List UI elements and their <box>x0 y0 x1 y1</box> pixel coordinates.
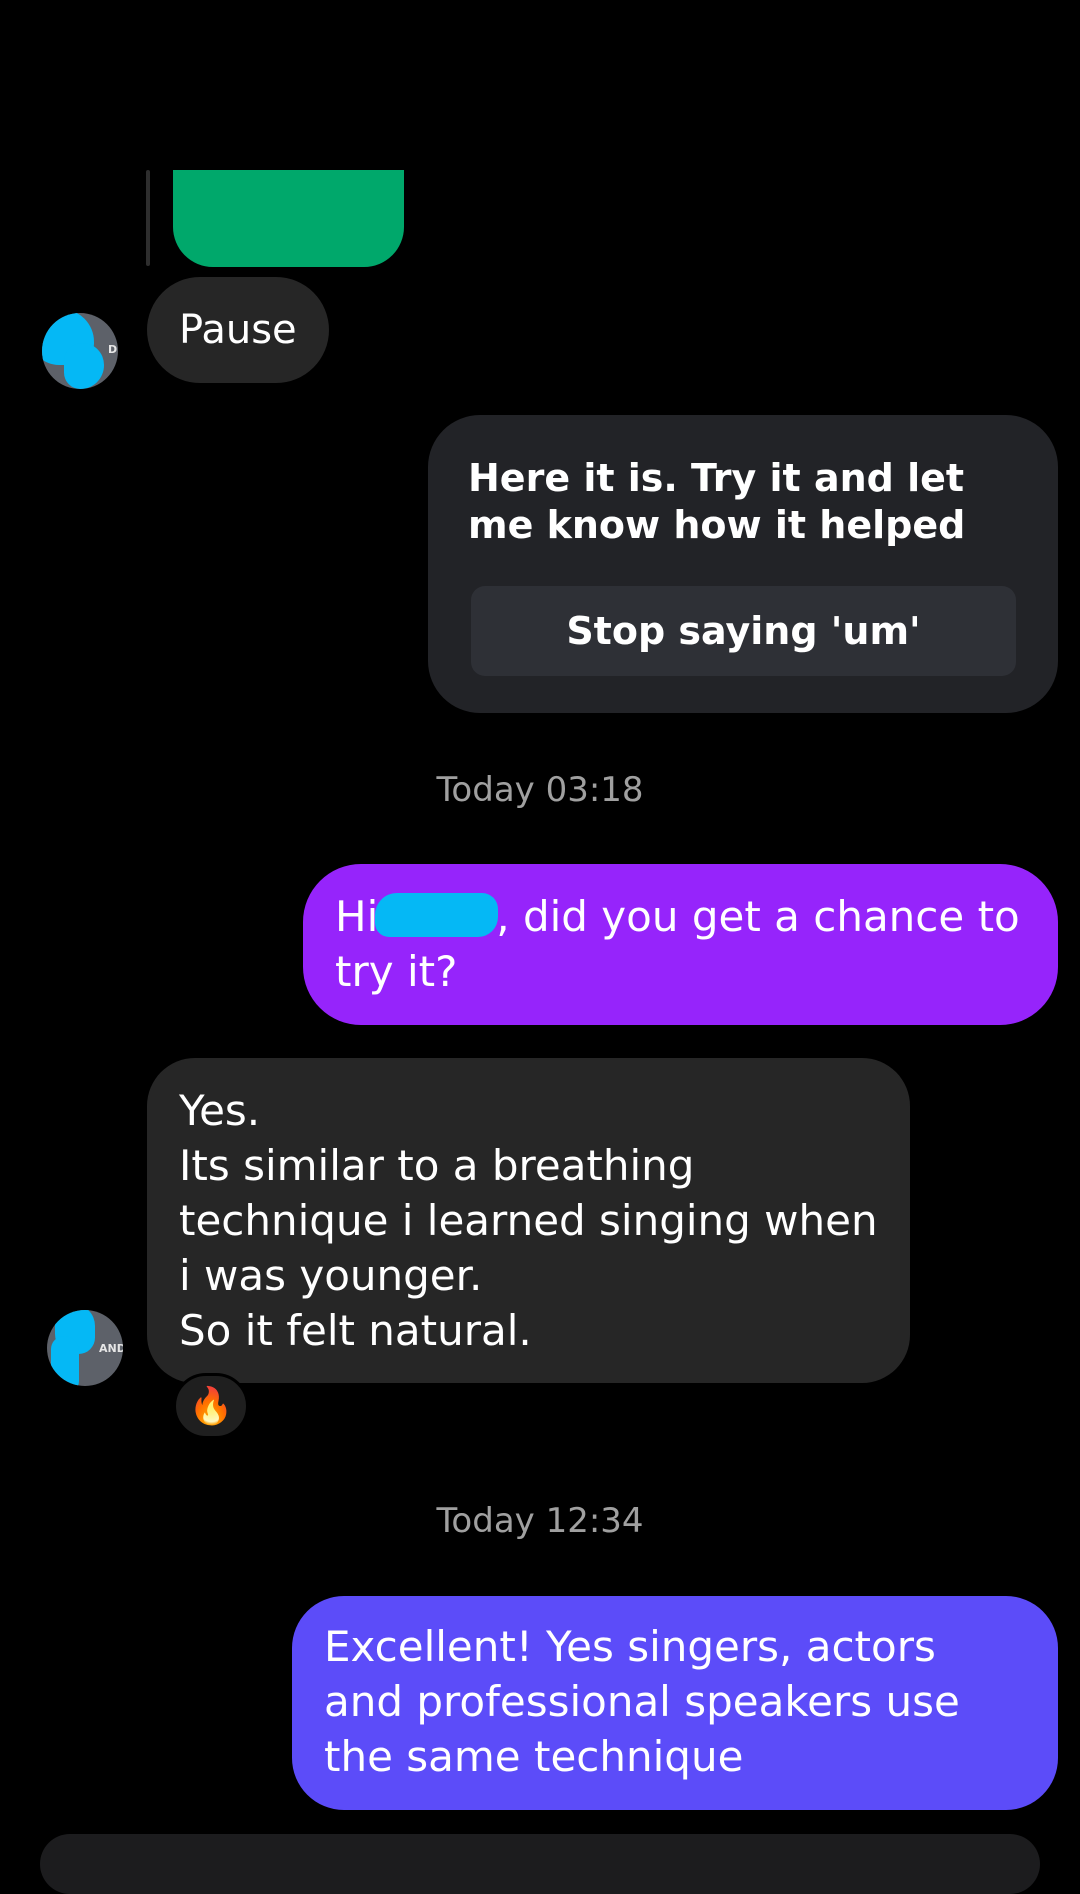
message-outgoing-reply[interactable]: Excellent! Yes singers, actors and profe… <box>292 1596 1058 1810</box>
reply-indicator-bar <box>146 170 150 266</box>
timestamp: Today 12:34 <box>436 1501 644 1541</box>
reaction-badge[interactable]: 🔥 <box>173 1373 249 1439</box>
redacted-name <box>375 893 498 937</box>
shared-content-card[interactable]: Here it is. Try it and let me know how i… <box>428 415 1058 713</box>
open-shared-item-button[interactable]: Stop saying 'um' <box>471 586 1016 676</box>
message-line: i was younger. <box>179 1251 483 1300</box>
message-text: Pause <box>179 307 297 353</box>
message-incoming-reply[interactable]: Yes. Its similar to a breathing techniqu… <box>147 1058 910 1383</box>
message-text: Excellent! Yes singers, actors and profe… <box>324 1622 960 1781</box>
avatar[interactable]: W D <box>42 313 118 389</box>
message-pause[interactable]: Pause <box>147 277 329 383</box>
avatar[interactable]: AND <box>47 1310 123 1386</box>
message-line: technique i learned singing when <box>179 1196 878 1245</box>
message-outgoing-question[interactable]: Hi, did you get a chance to try it? <box>303 864 1058 1025</box>
message-text-prefix: Hi <box>335 892 379 941</box>
message-line: Yes. <box>179 1086 261 1135</box>
shared-media-preview[interactable] <box>173 170 404 267</box>
share-card-text: Here it is. Try it and let me know how i… <box>468 456 966 547</box>
fire-icon: 🔥 <box>188 1386 234 1427</box>
message-composer[interactable] <box>40 1834 1040 1894</box>
message-line: So it felt natural. <box>179 1306 532 1355</box>
timestamp: Today 03:18 <box>436 770 644 810</box>
message-line: Its similar to a breathing <box>179 1141 695 1190</box>
